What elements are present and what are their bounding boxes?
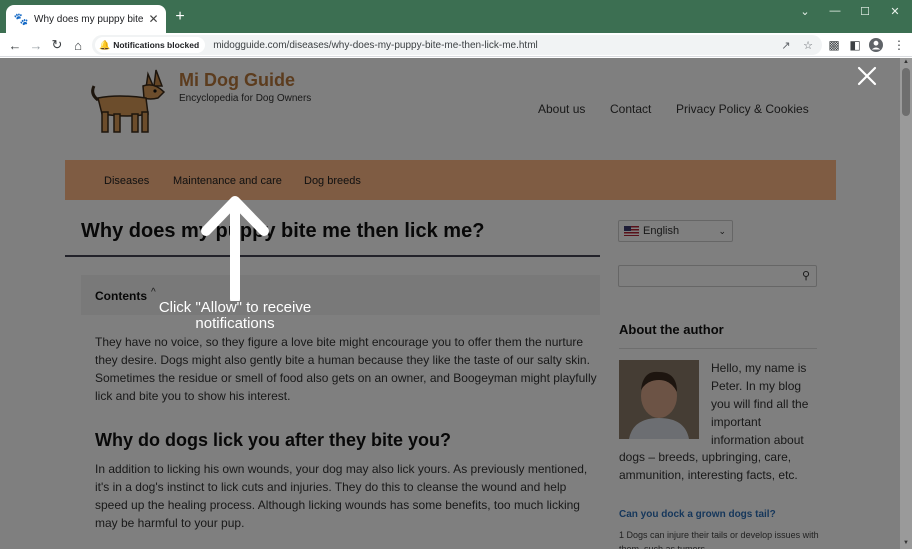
tab-close-icon[interactable]: ✕	[147, 12, 160, 26]
side-panel-icon[interactable]: ◧	[846, 36, 864, 54]
browser-tab-active[interactable]: 🐾 Why does my puppy bite me then lick me…	[6, 5, 166, 33]
profile-avatar-icon[interactable]	[867, 36, 885, 54]
new-tab-button[interactable]: +	[172, 8, 188, 26]
tab-title: Why does my puppy bite me then lick me	[34, 13, 144, 25]
forward-arrow-icon[interactable]: →	[27, 36, 45, 54]
close-icon[interactable]	[855, 64, 879, 88]
scroll-down-arrow-icon[interactable]: ▼	[902, 540, 910, 548]
browser-tab-strip: 🐾 Why does my puppy bite me then lick me…	[0, 0, 912, 33]
page-scrollbar[interactable]	[900, 58, 912, 549]
url-text[interactable]: midogguide.com/diseases/why-does-my-pupp…	[213, 40, 538, 51]
extensions-puzzle-icon[interactable]: ▩	[825, 36, 843, 54]
home-icon[interactable]: ⌂	[69, 36, 87, 54]
browser-toolbar: ← → ↻ ⌂ 🔔 Notifications blocked midoggui…	[0, 33, 912, 57]
minimize-button[interactable]: —	[820, 0, 850, 22]
notification-overlay[interactable]: Click "Allow" to receive notifications	[0, 58, 900, 549]
maximize-button[interactable]: ☐	[850, 0, 880, 22]
arrow-up-icon	[201, 196, 269, 301]
web-page: Mi Dog Guide Encyclopedia for Dog Owners…	[0, 58, 912, 549]
scroll-up-arrow-icon[interactable]: ▲	[902, 59, 910, 67]
bell-icon: 🔔	[99, 39, 111, 50]
notifications-blocked-chip[interactable]: 🔔 Notifications blocked	[95, 37, 206, 53]
notifications-blocked-label: Notifications blocked	[113, 40, 200, 50]
bookmark-star-icon[interactable]: ☆	[800, 37, 816, 53]
browser-menu-icon[interactable]: ⋮	[890, 36, 908, 54]
share-icon[interactable]: ↗	[778, 37, 794, 53]
back-arrow-icon[interactable]: ←	[6, 36, 24, 54]
allow-notifications-prompt: Click "Allow" to receive notifications	[158, 299, 312, 332]
close-window-button[interactable]: ✕	[880, 0, 910, 22]
reload-icon[interactable]: ↻	[48, 36, 66, 54]
scrollbar-thumb[interactable]	[902, 68, 910, 116]
address-bar[interactable]: 🔔 Notifications blocked midogguide.com/d…	[92, 35, 822, 55]
tab-search-icon[interactable]: ⌄	[790, 0, 820, 22]
paw-icon: 🐾	[13, 12, 29, 26]
